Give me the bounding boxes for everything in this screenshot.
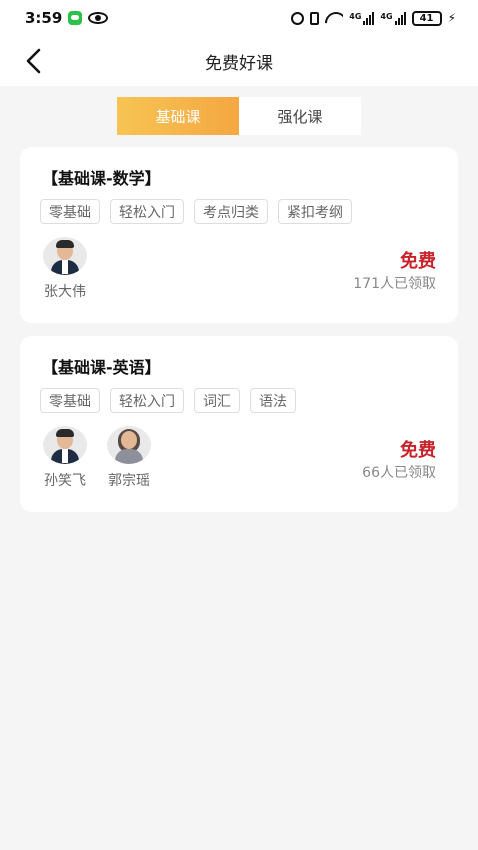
- alarm-icon: [291, 11, 305, 25]
- nav-bar: 免费好课: [0, 36, 478, 86]
- price-label: 免费: [400, 251, 436, 272]
- wechat-notification-icon: [68, 11, 83, 25]
- chevron-left-icon: [26, 48, 41, 74]
- tab-advanced[interactable]: 强化课: [239, 97, 361, 135]
- course-tag: 词汇: [194, 388, 240, 413]
- course-tag: 零基础: [40, 388, 100, 413]
- teacher-name: 郭宗瑶: [108, 473, 150, 489]
- status-right: 4G 4G 41 ⚡: [291, 10, 456, 26]
- course-tags: 零基础 轻松入门 考点归类 紧扣考纲: [40, 199, 352, 224]
- course-title: 【基础课-数学】: [42, 169, 161, 188]
- price-label: 免费: [400, 440, 436, 461]
- course-tag: 语法: [250, 388, 296, 413]
- teacher: 郭宗瑶: [106, 426, 152, 490]
- avatar: [107, 426, 151, 464]
- teacher: 张大伟: [42, 237, 88, 301]
- status-bar: 3:59 4G 4G 41 ⚡: [0, 0, 478, 36]
- eye-icon: [88, 12, 109, 24]
- avatar: [43, 237, 87, 275]
- course-card-english[interactable]: 【基础课-英语】 零基础 轻松入门 词汇 语法 孙笑飞 郭宗瑶 免费 66人已领…: [20, 336, 458, 512]
- status-time: 3:59: [25, 9, 63, 27]
- battery-icon: 41: [411, 10, 442, 26]
- claimed-count: 171人已领取: [353, 276, 436, 292]
- teacher-list: 张大伟: [42, 237, 88, 301]
- course-tag: 紧扣考纲: [278, 199, 352, 224]
- claimed-count: 66人已领取: [362, 465, 436, 481]
- avatar: [43, 426, 87, 464]
- course-title: 【基础课-英语】: [42, 358, 161, 377]
- tab-basic[interactable]: 基础课: [117, 97, 239, 135]
- vibrate-icon: [310, 11, 320, 25]
- battery-level: 41: [419, 12, 434, 24]
- course-tags: 零基础 轻松入门 词汇 语法: [40, 388, 296, 413]
- wifi-icon: [325, 12, 343, 25]
- course-tag: 考点归类: [194, 199, 268, 224]
- page-title: 免费好课: [205, 53, 273, 74]
- signal-icon-2: 4G: [380, 11, 406, 25]
- course-card-math[interactable]: 【基础课-数学】 零基础 轻松入门 考点归类 紧扣考纲 张大伟 免费 171人已…: [20, 147, 458, 323]
- signal-icon-1: 4G: [349, 11, 375, 25]
- status-left: 3:59: [25, 9, 109, 27]
- course-type-tabs: 基础课 强化课: [117, 97, 361, 135]
- teacher: 孙笑飞: [42, 426, 88, 490]
- signal-tag-1: 4G: [349, 11, 362, 21]
- back-button[interactable]: [20, 47, 48, 75]
- teacher-list: 孙笑飞 郭宗瑶: [42, 426, 152, 490]
- signal-tag-2: 4G: [380, 11, 393, 21]
- charging-bolt-icon: ⚡: [447, 11, 456, 25]
- teacher-name: 孙笑飞: [44, 473, 86, 489]
- teacher-name: 张大伟: [44, 284, 86, 300]
- course-tag: 轻松入门: [110, 199, 184, 224]
- course-tag: 轻松入门: [110, 388, 184, 413]
- course-tag: 零基础: [40, 199, 100, 224]
